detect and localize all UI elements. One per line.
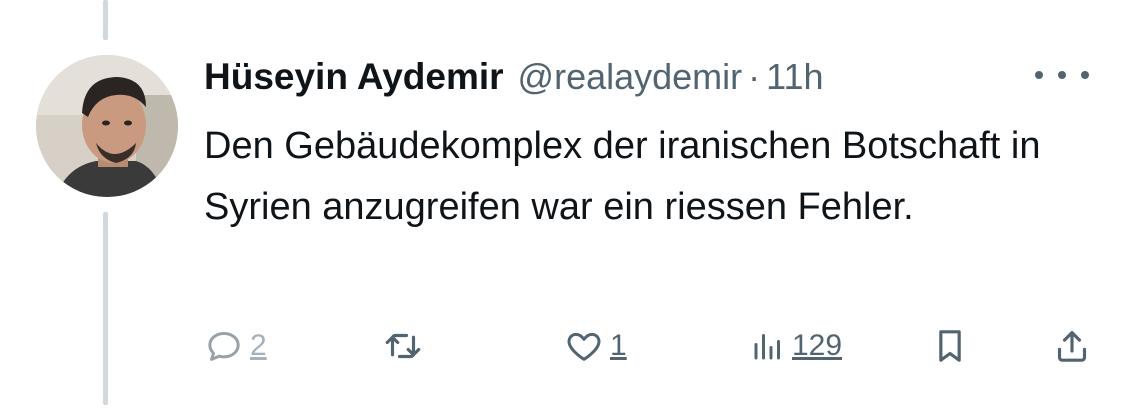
avatar[interactable] [36, 55, 178, 197]
action-bar: 2 1 129 [204, 318, 1094, 374]
more-horizontal-icon[interactable] [1035, 60, 1089, 90]
reply-bubble-icon [204, 326, 244, 366]
tweet-text: Den Gebäudekomplex der iranischen Botsch… [204, 125, 1041, 228]
retweet-button[interactable] [382, 318, 424, 374]
author-name[interactable]: Hüseyin Aydemir [204, 56, 504, 98]
bookmark-icon [930, 326, 970, 366]
share-button[interactable] [1052, 318, 1092, 374]
like-count: 1 [610, 329, 627, 362]
bar-chart-icon [750, 328, 786, 364]
views-button[interactable]: 129 [750, 318, 842, 374]
heart-icon [564, 326, 604, 366]
share-upload-icon [1052, 326, 1092, 366]
bookmark-button[interactable] [930, 318, 970, 374]
author-handle[interactable]: @realaydemir [518, 56, 743, 98]
timestamp[interactable]: 11h [766, 56, 823, 98]
more-dot [1058, 71, 1066, 79]
separator-dot: · [748, 56, 761, 97]
reply-button[interactable]: 2 [204, 318, 267, 374]
reply-count: 2 [250, 329, 267, 362]
views-count: 129 [792, 329, 843, 362]
like-button[interactable]: 1 [564, 318, 627, 374]
retweet-icon [382, 325, 424, 367]
thread-line-top [103, 0, 108, 40]
tweet-header: Hüseyin Aydemir @realaydemir · 11h [204, 52, 824, 102]
more-dot [1081, 71, 1089, 79]
thread-line-bottom [103, 212, 108, 405]
more-dot [1035, 71, 1043, 79]
